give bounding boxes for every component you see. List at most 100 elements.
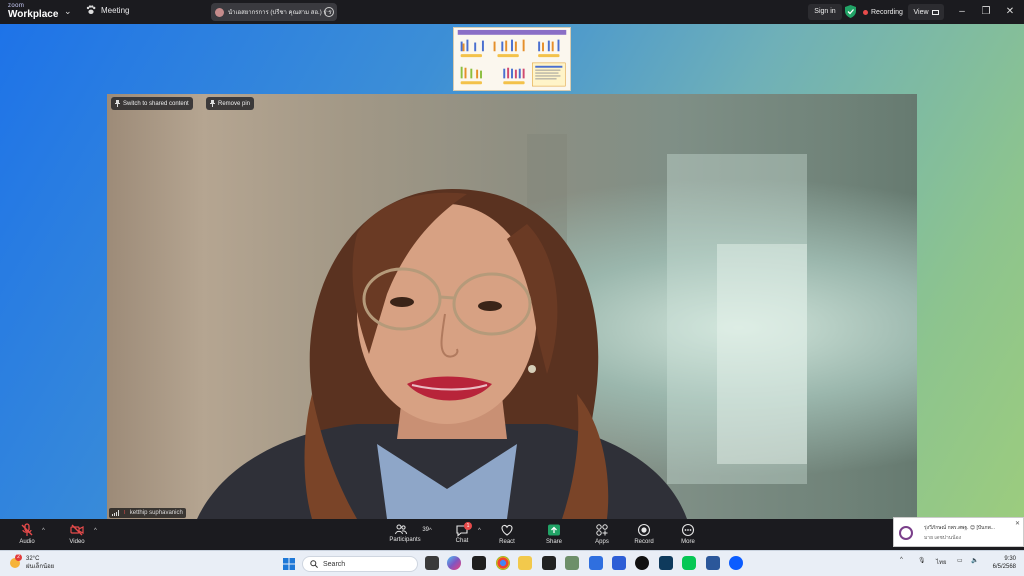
more-icon [681,523,695,537]
react-label: React [499,539,515,545]
heart-icon [501,524,513,536]
video-button[interactable]: Video [55,522,99,548]
share-screen-icon [548,524,560,536]
share-label: Share [545,539,562,545]
apps-label: Apps [595,539,609,545]
video-label: Video [69,539,85,545]
meeting-toolbar: Audio ^ Video ^ 39 Participants ^ 1 Chat… [0,519,1024,550]
restore-icon[interactable]: ❐ [976,3,996,21]
recording-indicator[interactable]: Recording [860,4,906,20]
capcut-icon[interactable] [472,556,486,570]
chat-badge: 1 [464,522,472,530]
file-explorer-icon[interactable] [518,556,532,570]
paw-icon [86,5,96,14]
app-icon[interactable] [565,556,579,570]
mic-muted-icon: ⏽ [122,509,127,516]
temperature: 32°C [26,556,40,562]
participant-video-feed [197,134,807,519]
chat-button[interactable]: 1 Chat [440,522,484,548]
apps-button[interactable]: Apps [580,522,624,548]
zoom-logo[interactable]: zoom Workplace [8,3,58,20]
search-icon [310,560,318,568]
mic-muted-icon [21,523,33,536]
taskbar-search[interactable]: Search [302,556,418,572]
line-icon[interactable] [682,556,696,570]
share-title: นำเอสยากรการ (ปรีชา คุณสาม สอ.) ร ร [228,10,332,16]
more-button[interactable]: More [666,522,710,548]
meeting-label: Meeting [101,5,130,15]
grid-icon [931,9,939,15]
sign-in-button[interactable]: Sign in [808,4,842,20]
shield-check-icon[interactable] [845,5,856,18]
tiktok-icon[interactable] [635,556,649,570]
remove-pin-button[interactable]: Remove pin [206,97,255,110]
shared-screen-pill[interactable]: นำเอสยากรการ (ปรีชา คุณสาม สอ.) ร ร ··· [211,3,337,21]
app-icon-2[interactable] [659,556,673,570]
audio-options-caret[interactable]: ^ [42,528,45,534]
close-icon[interactable]: ✕ [1000,3,1020,21]
date: 6/5/2568 [992,564,1016,570]
chrome-icon[interactable] [496,556,510,570]
participants-options-caret[interactable]: ^ [429,528,432,534]
record-icon [637,523,651,537]
record-dot-icon [863,9,868,15]
notification-title: รุ่งวีภักษณ์ กพร.สพฐ. 😊 [ปันกพ... [924,525,995,531]
video-off-icon [70,524,84,536]
tray-overflow-icon[interactable]: ^ [900,557,903,563]
meeting-tab[interactable]: Meeting [86,5,129,15]
participants-button[interactable]: 39 Participants [381,522,429,548]
audio-button[interactable]: Audio [5,522,49,548]
task-view-icon[interactable] [425,556,439,570]
chat-label: Chat [455,538,469,544]
language-indicator[interactable]: ไทย [936,557,947,567]
apps-icon [596,524,608,536]
remove-pin-label: Remove pin [218,100,251,107]
pinned-video[interactable]: Switch to shared content Remove pin ⏽ ke… [107,94,917,519]
search-placeholder: Search [323,560,346,568]
word-icon[interactable] [706,556,720,570]
zoom-icon[interactable] [729,556,743,570]
record-button[interactable]: Record [622,522,666,548]
microphone-icon[interactable]: 🎙 [918,557,926,564]
windows-taskbar: 2 32°C ฝนเล็กน้อย Search ^ 🎙 ไทย ▭ 🔈 9:30… [0,550,1024,576]
sender-logo [899,526,913,540]
more-options-icon[interactable]: ··· [324,7,334,17]
chat-options-caret[interactable]: ^ [478,528,481,534]
signal-strength-icon [112,510,119,516]
participant-name: ketthip suphavanich [129,510,183,516]
video-options-caret[interactable]: ^ [94,528,97,534]
terminal-icon[interactable] [542,556,556,570]
switch-shared-label: Switch to shared content [123,100,189,107]
switch-to-shared-content-button[interactable]: Switch to shared content [111,97,193,110]
volume-icon[interactable]: 🔈 [971,557,978,564]
minimize-icon[interactable]: – [952,3,972,21]
view-button[interactable]: View [908,4,944,20]
shared-content-thumbnail[interactable] [453,27,571,91]
chevron-down-icon[interactable]: ⌄ [64,6,72,17]
view-label: View [913,8,929,16]
network-icon[interactable]: ▭ [957,557,963,564]
copilot-icon[interactable] [447,556,461,570]
notification-sender: มาย เดชปานน้อง [924,535,962,541]
react-button[interactable]: React [485,522,529,548]
meeting-stage: Switch to shared content Remove pin ⏽ ke… [0,24,1024,519]
audio-label: Audio [19,539,35,545]
system-clock[interactable]: 9:30 6/5/2568 [986,555,1016,571]
recording-label: Recording [871,8,903,16]
title-bar: zoom Workplace ⌄ Meeting นำเอสยากรการ (ป… [0,0,1024,24]
brand-bottom: Workplace [8,9,59,20]
windows-start-icon[interactable] [283,558,295,570]
share-button[interactable]: Share [532,522,576,548]
calculator-icon[interactable] [589,556,603,570]
participant-name-tag: ⏽ ketthip suphavanich [109,508,186,518]
participants-label: Participants [389,537,421,543]
pin-icon [210,100,215,107]
time: 9:30 [1004,556,1016,562]
participants-icon [394,524,407,535]
photos-icon[interactable] [612,556,626,570]
more-label: More [681,539,695,545]
sharer-avatar [215,7,224,17]
close-icon[interactable]: ✕ [1015,520,1020,527]
participants-count: 39 [422,526,429,533]
line-notification-toast[interactable]: รุ่งวีภักษณ์ กพร.สพฐ. 😊 [ปันกพ... มาย เด… [893,517,1024,547]
